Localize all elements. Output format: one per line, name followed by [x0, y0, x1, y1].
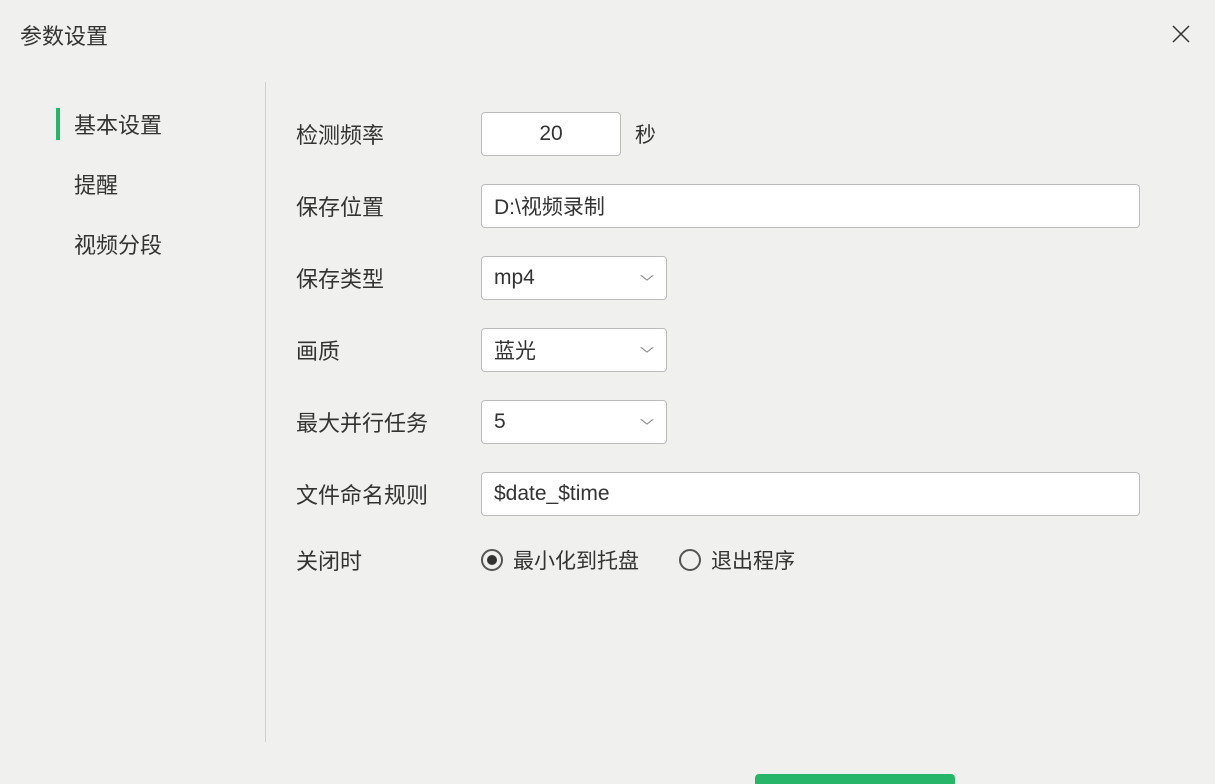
- save-type-value: mp4: [494, 266, 535, 290]
- chevron-down-icon: [640, 275, 654, 281]
- save-path-input[interactable]: [481, 184, 1140, 228]
- vertical-divider: [265, 82, 266, 742]
- label-naming-rule: 文件命名规则: [296, 478, 481, 510]
- naming-rule-input[interactable]: [481, 472, 1140, 516]
- max-parallel-value: 5: [494, 410, 506, 434]
- radio-icon: [679, 549, 701, 571]
- on-close-radio-group: 最小化到托盘 退出程序: [481, 545, 795, 575]
- row-save-type: 保存类型 mp4: [296, 256, 1140, 300]
- radio-label: 退出程序: [711, 545, 795, 575]
- radio-exit-program[interactable]: 退出程序: [679, 545, 795, 575]
- label-save-path: 保存位置: [296, 190, 481, 222]
- detect-frequency-unit: 秒: [635, 119, 656, 149]
- row-on-close: 关闭时 最小化到托盘 退出程序: [296, 544, 1140, 576]
- close-icon: [1171, 24, 1191, 44]
- label-save-type: 保存类型: [296, 262, 481, 294]
- label-on-close: 关闭时: [296, 544, 481, 576]
- row-quality: 画质 蓝光: [296, 328, 1140, 372]
- chevron-down-icon: [640, 419, 654, 425]
- settings-panel: 检测频率 秒 保存位置 保存类型 mp4 画质 蓝光: [296, 82, 1195, 742]
- sidebar-item-segment[interactable]: 视频分段: [60, 220, 235, 268]
- sidebar: 基本设置 提醒 视频分段: [20, 82, 235, 742]
- row-naming-rule: 文件命名规则: [296, 472, 1140, 516]
- max-parallel-select[interactable]: 5: [481, 400, 667, 444]
- quality-value: 蓝光: [494, 335, 536, 365]
- label-quality: 画质: [296, 334, 481, 366]
- sidebar-item-label: 提醒: [74, 173, 118, 198]
- radio-minimize-to-tray[interactable]: 最小化到托盘: [481, 545, 639, 575]
- dialog-header: 参数设置: [0, 0, 1215, 82]
- detect-frequency-input[interactable]: [481, 112, 621, 156]
- row-max-parallel: 最大并行任务 5: [296, 400, 1140, 444]
- save-type-select[interactable]: mp4: [481, 256, 667, 300]
- label-detect-frequency: 检测频率: [296, 118, 481, 150]
- sidebar-item-basic[interactable]: 基本设置: [60, 100, 235, 148]
- chevron-down-icon: [640, 347, 654, 353]
- sidebar-item-notify[interactable]: 提醒: [60, 160, 235, 208]
- dialog-title: 参数设置: [20, 19, 108, 51]
- radio-label: 最小化到托盘: [513, 545, 639, 575]
- dialog-content: 基本设置 提醒 视频分段 检测频率 秒 保存位置 保存类型: [0, 82, 1215, 742]
- quality-select[interactable]: 蓝光: [481, 328, 667, 372]
- sidebar-item-label: 视频分段: [74, 233, 162, 258]
- label-max-parallel: 最大并行任务: [296, 406, 481, 438]
- confirm-button[interactable]: [755, 774, 955, 784]
- radio-icon: [481, 549, 503, 571]
- close-button[interactable]: [1167, 18, 1195, 52]
- row-detect-frequency: 检测频率 秒: [296, 112, 1140, 156]
- settings-dialog: 参数设置 基本设置 提醒 视频分段 检测频率 秒 保存位置: [0, 0, 1215, 784]
- sidebar-item-label: 基本设置: [74, 113, 162, 138]
- row-save-path: 保存位置: [296, 184, 1140, 228]
